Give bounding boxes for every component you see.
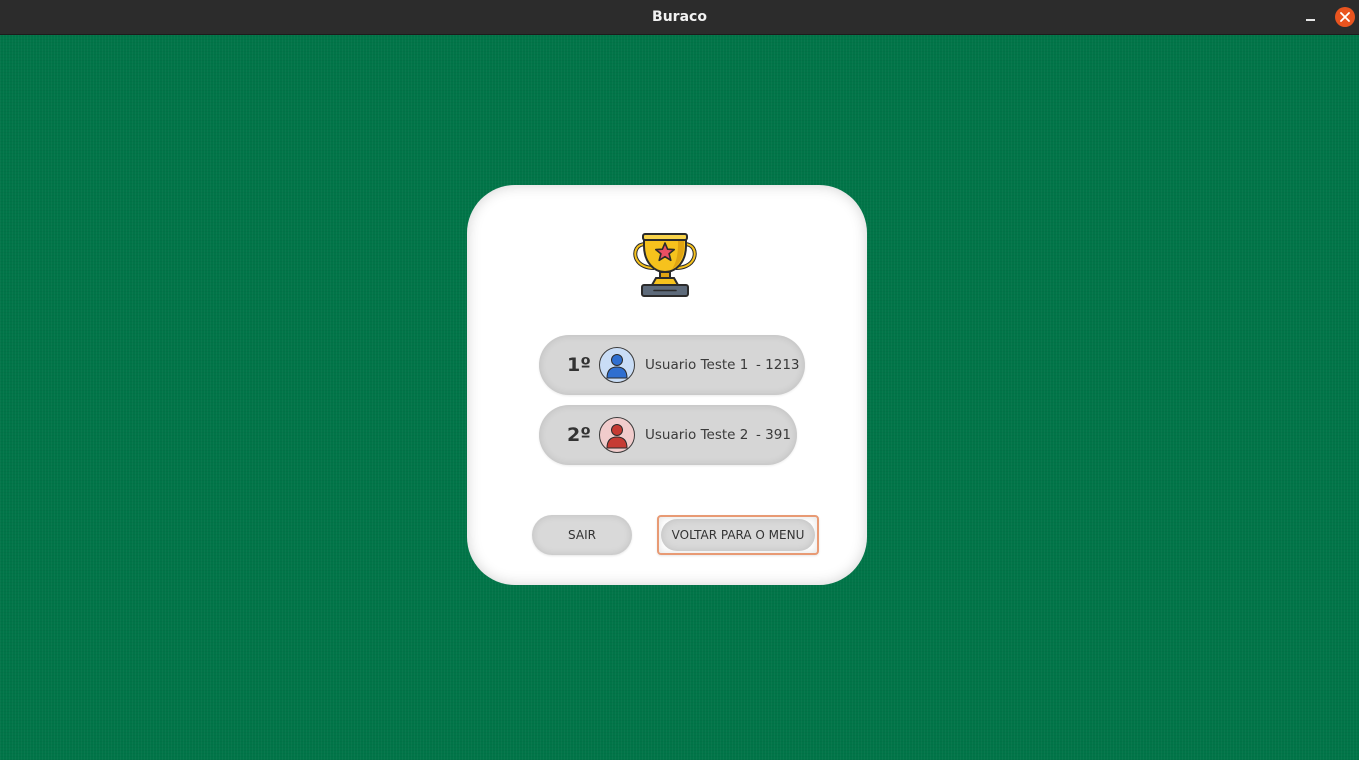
rank-position: 1º <box>567 354 591 376</box>
user-icon <box>599 417 635 453</box>
user-icon <box>599 347 635 383</box>
ranking-row-2: 2º Usuario Teste 2 - 391 <box>539 405 797 465</box>
results-panel: 1º Usuario Teste 1 - 1213 2º Usuario Tes… <box>467 185 867 585</box>
back-to-menu-button[interactable]: VOLTAR PARA O MENU <box>657 515 819 555</box>
rank-position: 2º <box>567 424 591 446</box>
window-titlebar: Buraco <box>0 0 1359 35</box>
close-button[interactable] <box>1335 7 1355 27</box>
trophy-icon <box>633 233 697 297</box>
window-title: Buraco <box>652 9 707 25</box>
player-name: Usuario Teste 1 <box>645 357 749 373</box>
ranking-row-1: 1º Usuario Teste 1 - 1213 <box>539 335 805 395</box>
player-name: Usuario Teste 2 <box>645 427 749 443</box>
player-score: - 1213 <box>756 357 800 373</box>
exit-button[interactable]: SAIR <box>532 515 632 555</box>
close-icon <box>1340 12 1350 22</box>
minimize-button[interactable] <box>1300 10 1322 26</box>
player-score: - 391 <box>756 427 791 443</box>
back-to-menu-label: VOLTAR PARA O MENU <box>661 519 815 551</box>
